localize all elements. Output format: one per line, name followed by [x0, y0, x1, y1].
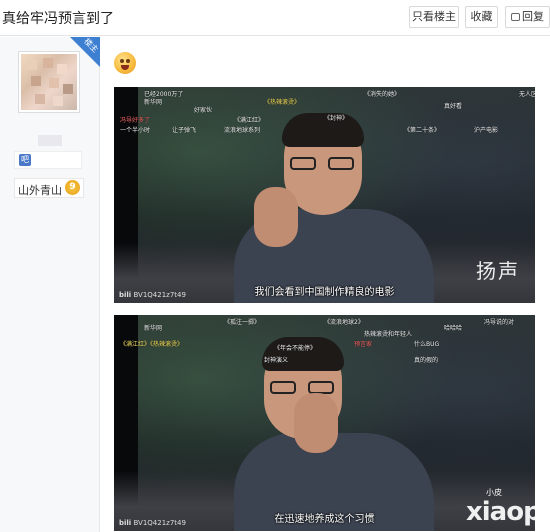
drooling-face-emoji-icon [114, 52, 136, 74]
op-ribbon-label: 楼主 [82, 37, 100, 55]
user-level-row: 吧 [14, 151, 82, 169]
danmaku-comment: 无人区 [519, 91, 535, 98]
danmaku-comment: 热辣滚烫和年轻人 [364, 331, 413, 338]
only-op-button[interactable]: 只看楼主 [409, 6, 459, 28]
reply-button[interactable]: 回复 [505, 6, 550, 28]
bilibili-id: bili BV1Q421z7t49 [119, 519, 186, 527]
danmaku-comment: 《年会不能停》 [274, 345, 317, 352]
avatar-image [21, 54, 77, 110]
thread-title: 真给牢冯预言到了 [2, 11, 114, 27]
danmaku-comment: 什么BUG [414, 341, 440, 348]
group-label: 山外青山 [18, 184, 62, 197]
danmaku-layer: 已经2000万了 新华网 一个半小时 让子弹飞 流浪地球系列 《满江红》 《热辣滚烫》 《封神… [114, 87, 535, 303]
danmaku-comment: 《消失的她》 [364, 91, 401, 98]
danmaku-comment: 真的假的 [414, 357, 439, 364]
site-watermark: xiaopi [466, 497, 535, 527]
post-image-2[interactable]: 新华网《满江红》《热辣滚烫》 《孤注一掷》 《流浪地球2》 热辣滚烫和年轻人《年会不能… [114, 315, 535, 531]
favorite-button[interactable]: 收藏 [465, 6, 498, 28]
danmaku-comment: 冯导说的对 [484, 319, 515, 326]
danmaku-comment: 预言家 [354, 341, 373, 348]
danmaku-comment: 沪产电影 [474, 127, 499, 134]
danmaku-comment: 一个半小时 [120, 127, 151, 134]
author-name-redacted[interactable] [38, 135, 62, 146]
thread-header: 真给牢冯预言到了 只看楼主 收藏 回复 [0, 0, 550, 36]
post-image-1[interactable]: 已经2000万了 新华网 一个半小时 让子弹飞 流浪地球系列 《满江红》 《热辣滚烫》 《封神… [114, 87, 535, 303]
emoji-eye [120, 59, 124, 63]
reply-label: 回复 [522, 10, 544, 23]
danmaku-comment: 《流浪地球2》 [324, 319, 364, 326]
emoji-eye [126, 59, 130, 63]
danmaku-comment: 《热辣滚烫》 [264, 99, 301, 106]
level-badge: 9 [65, 180, 80, 195]
danmaku-comment: 好家伙 [194, 107, 213, 114]
avatar[interactable] [18, 51, 80, 113]
bilibili-id: bili BV1Q421z7t49 [119, 291, 186, 299]
danmaku-comment: 封神演义 [264, 357, 289, 364]
speaker-caption: 扬声 [476, 259, 520, 283]
post-content: 已经2000万了 新华网 一个半小时 让子弹飞 流浪地球系列 《满江红》 《热辣滚烫》 《封神… [100, 37, 550, 532]
danmaku-comment: 让子弹飞 [172, 127, 197, 134]
danmaku-comment: 新华网 [144, 325, 163, 332]
reply-icon [511, 13, 520, 21]
danmaku-comment: 流浪地球系列 [224, 127, 261, 134]
danmaku-comment: 《满江红》 [234, 117, 265, 124]
level-icon: 吧 [19, 154, 31, 166]
danmaku-comment: 新华网 [144, 99, 163, 106]
author-sidebar: 楼主 吧 山外青山 9 [0, 37, 100, 532]
danmaku-comment: 真好看 [444, 103, 463, 110]
danmaku-comment: 《封神》 [324, 115, 349, 122]
danmaku-comment: 冯导好多了 [120, 117, 151, 124]
danmaku-comment: 《满江红》《热辣滚烫》 [120, 341, 184, 348]
danmaku-comment: 《孤注一掷》 [224, 319, 261, 326]
danmaku-comment: 《第二十条》 [404, 127, 441, 134]
emoji-mouth [121, 65, 129, 70]
tieba-group-badge[interactable]: 山外青山 9 [14, 178, 84, 198]
danmaku-comment: 哈哈哈 [444, 325, 463, 332]
